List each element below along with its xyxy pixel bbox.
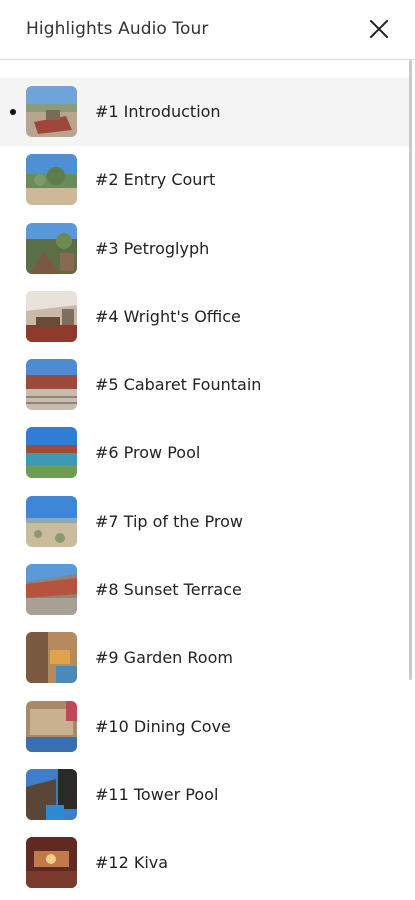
tour-stop-item[interactable]: #6 Prow Pool	[0, 419, 412, 487]
cabaret-fountain-thumbnail	[26, 359, 77, 411]
tour-stop-item[interactable]: #3 Petroglyph	[0, 215, 412, 283]
tour-stop-item[interactable]: #1 Introduction	[0, 78, 412, 147]
introduction-thumbnail	[26, 86, 77, 137]
tour-stop-label: #6 Prow Pool	[95, 443, 201, 463]
tour-stop-item[interactable]: #10 Dining Cove	[0, 693, 412, 761]
tip-of-the-prow-thumbnail	[26, 495, 77, 547]
tour-stop-label: #1 Introduction	[95, 102, 221, 121]
tour-stop-item[interactable]: #8 Sunset Terrace	[0, 556, 412, 624]
panel-title: Highlights Audio Tour	[26, 19, 209, 39]
tower-pool-thumbnail	[26, 768, 77, 820]
prow-pool-thumbnail	[26, 427, 77, 479]
sunset-terrace-thumbnail	[26, 564, 77, 616]
dining-cove-thumbnail	[26, 700, 77, 752]
tour-stop-label: #7 Tip of the Prow	[95, 511, 243, 531]
now-playing-indicator	[10, 109, 16, 115]
tour-stop-label: #2 Entry Court	[95, 170, 216, 190]
list-scrollbar[interactable]	[409, 60, 412, 680]
petroglyph-thumbnail	[26, 222, 77, 274]
entry-court-thumbnail	[26, 154, 77, 206]
panel-header: Highlights Audio Tour	[0, 0, 415, 60]
audio-tour-panel: Highlights Audio Tour #1 Introduction #2…	[0, 0, 415, 900]
wrights-office-thumbnail	[26, 290, 77, 342]
tour-stop-label: #4 Wright's Office	[95, 306, 241, 326]
tour-stop-item[interactable]: #5 Cabaret Fountain	[0, 351, 412, 419]
close-button[interactable]	[366, 16, 392, 42]
tour-stop-item[interactable]: #12 Kiva	[0, 829, 412, 897]
tour-stop-item[interactable]: #7 Tip of the Prow	[0, 488, 412, 556]
tour-stop-label: #9 Garden Room	[95, 648, 233, 668]
tour-stop-item[interactable]: #11 Tower Pool	[0, 761, 412, 829]
tour-stop-label: #3 Petroglyph	[95, 238, 210, 258]
close-icon	[370, 20, 388, 38]
tour-stop-item[interactable]: #2 Entry Court	[0, 146, 412, 214]
tour-stop-label: #5 Cabaret Fountain	[95, 375, 262, 395]
tour-stop-label: #12 Kiva	[95, 853, 169, 873]
garden-room-thumbnail	[26, 632, 77, 684]
tour-stop-item[interactable]: #4 Wright's Office	[0, 283, 412, 351]
tour-stop-label: #8 Sunset Terrace	[95, 580, 242, 600]
tour-stop-label: #10 Dining Cove	[95, 716, 231, 736]
tour-stop-item[interactable]: #9 Garden Room	[0, 624, 412, 692]
tour-stop-label: #11 Tower Pool	[95, 784, 219, 804]
kiva-thumbnail	[26, 837, 77, 889]
tour-stop-list: #1 Introduction #2 Entry Court #3 Petrog…	[0, 78, 415, 898]
